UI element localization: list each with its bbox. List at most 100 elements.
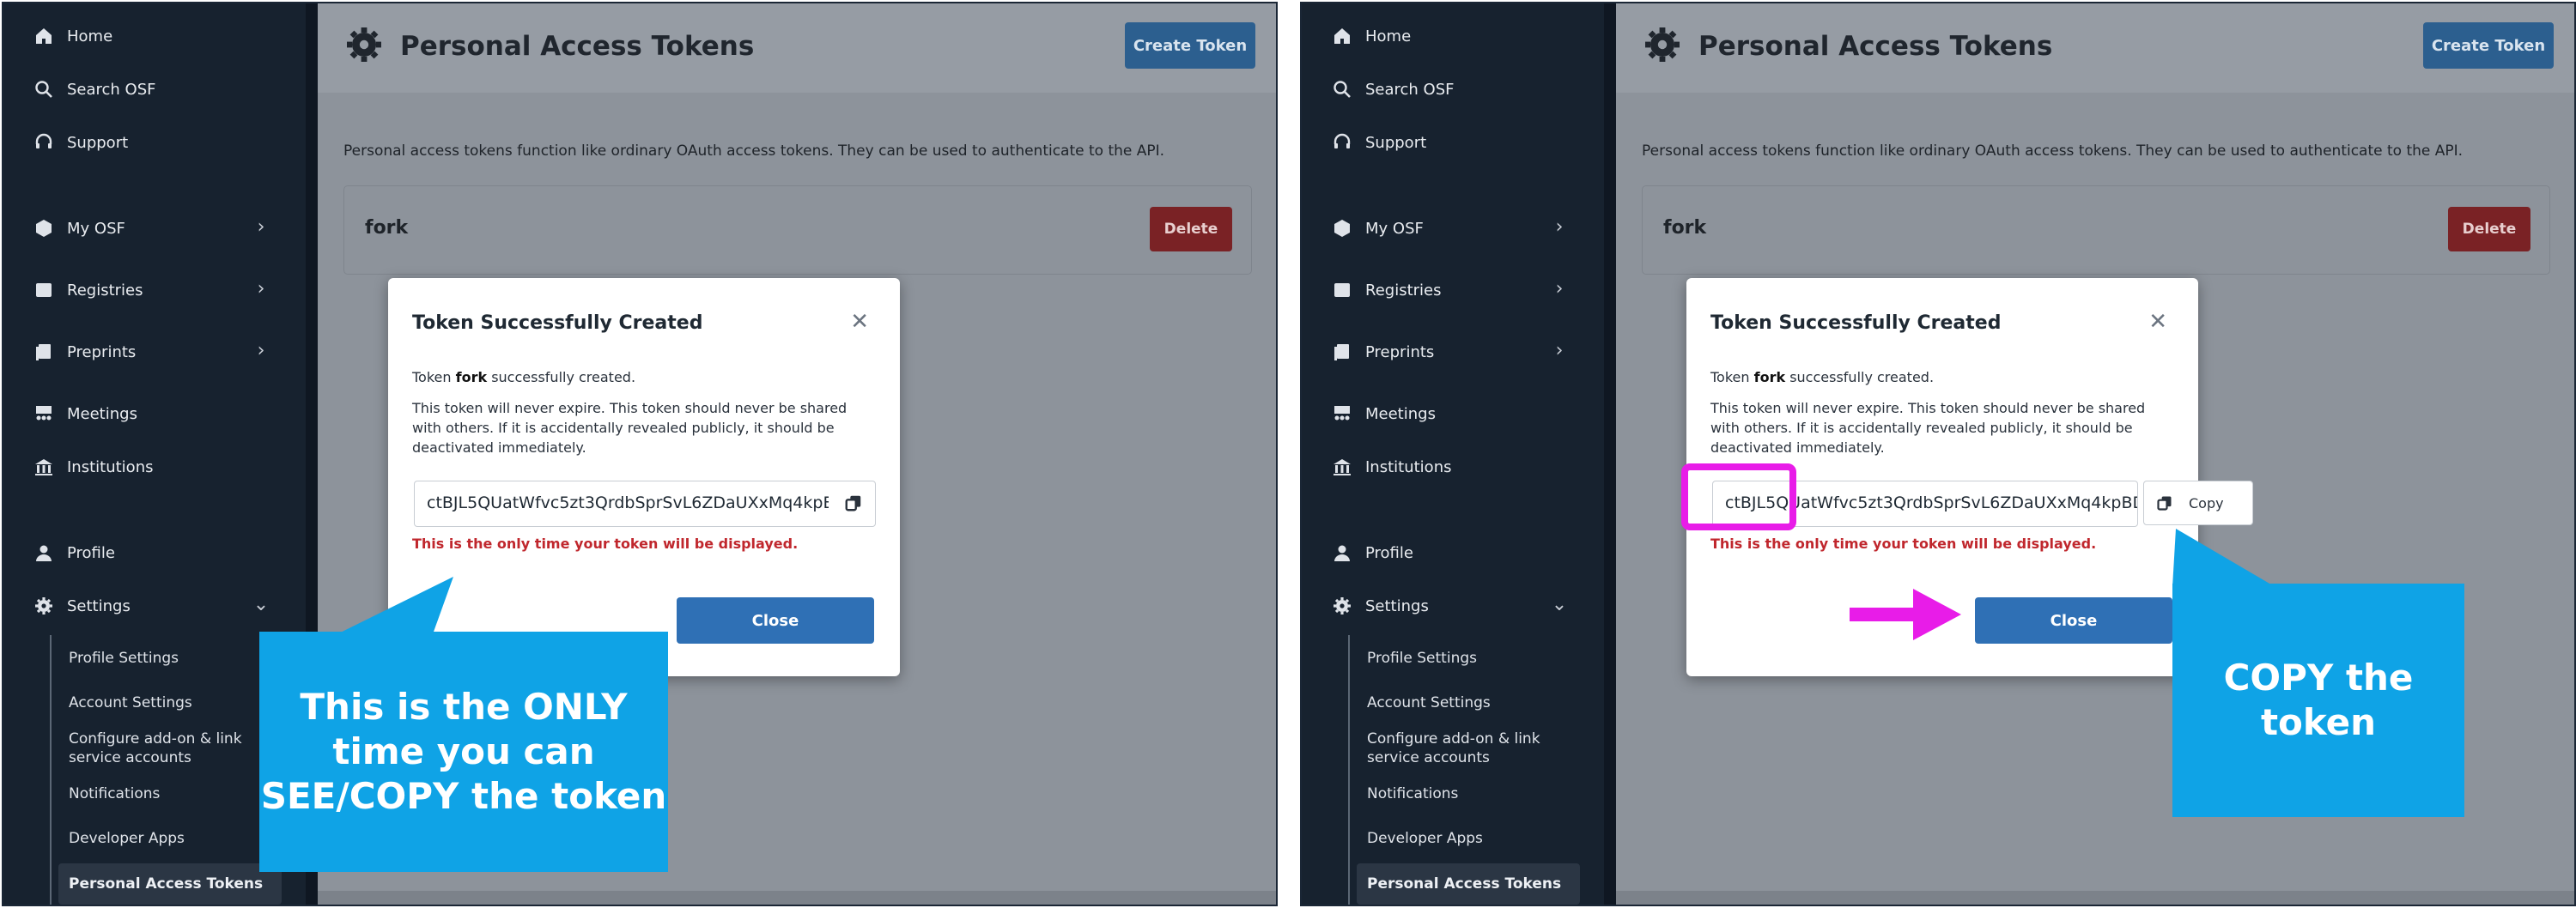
cube-icon [1331, 217, 1353, 239]
sidebar-item-home[interactable]: Home [33, 22, 112, 50]
home-icon [1331, 25, 1353, 47]
modal-line-token: fork [1753, 369, 1786, 385]
sidebar-item-label: My OSF [67, 219, 125, 238]
sidebar-item-settings[interactable]: Settings [1331, 592, 1429, 620]
registries-icon [1331, 279, 1353, 301]
bottom-strip [1616, 891, 2574, 905]
close-icon[interactable]: ✕ [2148, 311, 2167, 333]
token-created-modal: Token Successfully Created ✕ Token fork … [388, 278, 900, 676]
submenu-account-settings[interactable]: Account Settings [69, 693, 192, 712]
sidebar-item-label: Support [67, 133, 129, 152]
sidebar-item-label: Profile [1365, 543, 1413, 562]
sidebar-item-registries[interactable]: Registries [33, 276, 143, 304]
institution-icon [33, 456, 55, 478]
close-button[interactable]: Close [677, 597, 874, 644]
sidebar-item-label: Profile [67, 543, 115, 562]
sidebar-item-support[interactable]: Support [33, 129, 128, 156]
submenu-personal-access-tokens[interactable]: Personal Access Tokens [1367, 875, 1561, 893]
institution-icon [1331, 456, 1353, 478]
sidebar-item-my-osf[interactable]: My OSF [33, 215, 125, 242]
modal-paragraph: This token will never expire. This token… [1710, 400, 2146, 456]
submenu-profile-settings[interactable]: Profile Settings [69, 649, 179, 668]
token-name: fork [365, 217, 409, 239]
sidebar-item-preprints[interactable]: Preprints [1331, 338, 1434, 366]
modal-title: Token Successfully Created [1710, 312, 2002, 334]
page-description: Personal access tokens function like ord… [1642, 142, 2464, 160]
close-button[interactable]: Close [1975, 597, 2172, 644]
chevron-right-icon: › [257, 278, 265, 300]
sidebar-item-label: Home [67, 27, 113, 45]
copy-button[interactable]: Copy [2143, 481, 2253, 525]
submenu-account-settings[interactable]: Account Settings [1367, 693, 1491, 712]
sidebar-item-meetings[interactable]: Meetings [33, 400, 137, 427]
create-token-button[interactable]: Create Token [2423, 22, 2554, 69]
cube-icon [33, 217, 55, 239]
copy-button-label: Copy [2189, 494, 2224, 512]
close-icon[interactable]: ✕ [850, 311, 869, 333]
page-description: Personal access tokens function like ord… [343, 142, 1165, 160]
sidebar-item-meetings[interactable]: Meetings [1331, 400, 1436, 427]
sidebar-item-profile[interactable]: Profile [33, 539, 115, 566]
sidebar-item-registries[interactable]: Registries [1331, 276, 1442, 304]
sidebar-item-label: Support [1365, 133, 1427, 152]
sidebar-item-home[interactable]: Home [1331, 22, 1411, 50]
preprints-icon [1331, 341, 1353, 363]
page-header: Personal Access Tokens Create Token [1616, 3, 2574, 93]
chevron-down-icon: ⌄ [1551, 594, 1568, 615]
sidebar-divider [1604, 3, 1616, 905]
chevron-right-icon: › [1555, 278, 1564, 300]
sidebar-item-support[interactable]: Support [1331, 129, 1426, 156]
sidebar-item-label: Registries [1365, 281, 1442, 300]
sidebar: Home Search OSF Support My OSF › Registr… [1302, 3, 1604, 905]
chevron-right-icon: › [1555, 340, 1564, 361]
submenu-notifications[interactable]: Notifications [1367, 784, 1458, 803]
sidebar-item-search[interactable]: Search OSF [33, 76, 156, 103]
create-token-button[interactable]: Create Token [1125, 22, 1255, 69]
sidebar-item-institutions[interactable]: Institutions [1331, 453, 1451, 481]
delete-button[interactable]: Delete [1150, 207, 1232, 251]
copy-icon[interactable] [844, 493, 863, 512]
submenu-notifications[interactable]: Notifications [69, 784, 160, 803]
registries-icon [33, 279, 55, 301]
sidebar-item-label: Settings [67, 596, 131, 615]
user-icon [1331, 542, 1353, 564]
submenu-configure-addons[interactable]: Configure add-on & link service accounts [1367, 729, 1564, 767]
token-card: fork Delete [1642, 185, 2550, 275]
submenu-developer-apps[interactable]: Developer Apps [69, 829, 185, 848]
page-header: Personal Access Tokens Create Token [318, 3, 1276, 93]
submenu-developer-apps[interactable]: Developer Apps [1367, 829, 1483, 848]
gear-icon [1645, 27, 1680, 62]
sidebar-item-preprints[interactable]: Preprints [33, 338, 136, 366]
home-icon [33, 25, 55, 47]
meetings-icon [33, 403, 55, 425]
chevron-right-icon: › [257, 216, 265, 238]
submenu-profile-settings[interactable]: Profile Settings [1367, 649, 1477, 668]
sidebar-item-label: Search OSF [67, 80, 156, 99]
delete-button[interactable]: Delete [2448, 207, 2530, 251]
submenu-personal-access-tokens[interactable]: Personal Access Tokens [69, 875, 263, 893]
sidebar-item-label: My OSF [1365, 219, 1424, 238]
token-warning: This is the only time your token will be… [412, 536, 799, 552]
copy-button-highlight [1681, 463, 1796, 530]
token-value-field[interactable]: ctBJL5QUatWfvc5zt3QrdbSprSvL6ZDaUXxMq4kp… [414, 481, 876, 527]
gear-icon [1331, 595, 1353, 617]
modal-title: Token Successfully Created [412, 312, 703, 334]
modal-created-line: Token fork successfully created. [412, 369, 635, 385]
sidebar-item-institutions[interactable]: Institutions [33, 453, 153, 481]
modal-line-suffix: successfully created. [1789, 369, 1935, 385]
callout-only-time: This is the ONLY time you can SEE/COPY t… [259, 632, 668, 872]
copy-icon [2157, 496, 2172, 511]
token-warning: This is the only time your token will be… [1710, 536, 2097, 552]
modal-line-suffix: successfully created. [491, 369, 636, 385]
search-icon [1331, 78, 1353, 100]
sidebar-item-label: Institutions [1365, 457, 1452, 476]
sidebar-item-profile[interactable]: Profile [1331, 539, 1413, 566]
sidebar-item-settings[interactable]: Settings [33, 592, 131, 620]
sidebar-item-label: Search OSF [1365, 80, 1455, 99]
chevron-right-icon: › [257, 340, 265, 361]
sidebar-item-my-osf[interactable]: My OSF [1331, 215, 1424, 242]
gear-icon [347, 27, 381, 62]
sidebar-item-search[interactable]: Search OSF [1331, 76, 1455, 103]
submenu-configure-addons[interactable]: Configure add-on & link service accounts [69, 729, 266, 767]
meetings-icon [1331, 403, 1353, 425]
